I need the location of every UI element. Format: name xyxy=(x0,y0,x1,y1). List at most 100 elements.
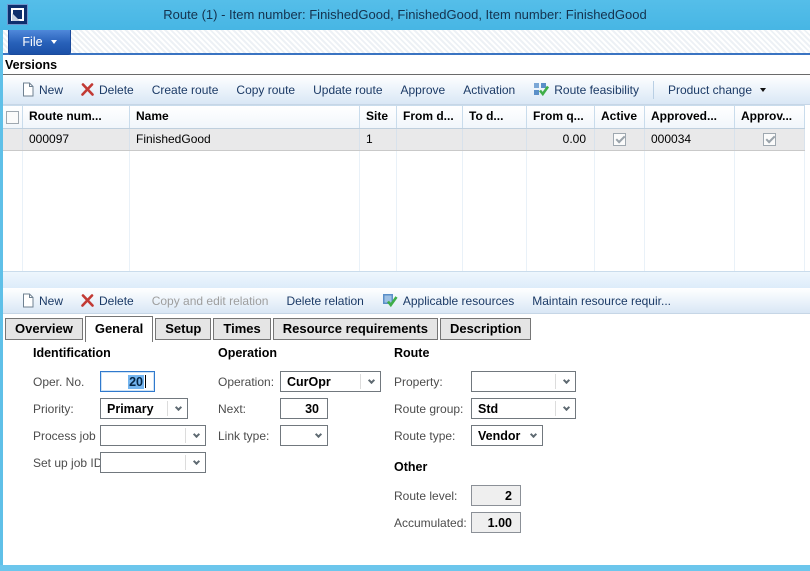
checkbox-icon xyxy=(6,111,19,124)
next-label: Next: xyxy=(218,402,280,416)
column-header-from-qty[interactable]: From q... xyxy=(527,106,595,128)
oper-no-value: 20 xyxy=(128,375,144,389)
delete-relation-row-label: Delete xyxy=(99,294,134,308)
chevron-down-icon xyxy=(368,377,375,384)
product-change-label: Product change xyxy=(668,83,752,97)
new-button[interactable]: New xyxy=(13,75,72,104)
route-type-value: Vendor xyxy=(478,429,520,443)
update-route-label: Update route xyxy=(313,83,382,97)
priority-value: Primary xyxy=(107,402,154,416)
chevron-down-icon xyxy=(51,40,57,44)
property-label: Property: xyxy=(394,375,471,389)
create-route-button[interactable]: Create route xyxy=(143,75,228,104)
oper-no-input[interactable]: 20 xyxy=(100,371,155,392)
pane-splitter[interactable] xyxy=(3,271,810,288)
next-input[interactable]: 30 xyxy=(280,398,328,419)
product-change-menu-button[interactable]: Product change xyxy=(659,75,775,104)
link-type-select[interactable] xyxy=(280,425,328,446)
row-from-qty: 0.00 xyxy=(527,129,595,150)
identification-group: Identification Oper. No. 20 Priority: Pr… xyxy=(33,346,206,479)
window-left-border xyxy=(0,30,3,571)
tab-resource-requirements[interactable]: Resource requirements xyxy=(273,318,438,340)
new-relation-button[interactable]: New xyxy=(13,288,72,313)
priority-select[interactable]: Primary xyxy=(100,398,188,419)
approve-button[interactable]: Approve xyxy=(392,75,455,104)
approve-label: Approve xyxy=(401,83,446,97)
route-feasibility-button[interactable]: Route feasibility xyxy=(524,75,648,104)
column-header-site[interactable]: Site xyxy=(360,106,397,128)
column-header-from-date[interactable]: From d... xyxy=(397,106,463,128)
route-group-select[interactable]: Std xyxy=(471,398,576,419)
route-type-label: Route type: xyxy=(394,429,471,443)
route-feasibility-check-icon xyxy=(533,82,549,97)
menu-bar: File xyxy=(3,30,810,55)
setup-job-id-select[interactable] xyxy=(100,452,206,473)
row-name: FinishedGood xyxy=(130,129,360,150)
new-page-icon xyxy=(22,293,34,308)
operation-select[interactable]: CurOpr xyxy=(280,371,381,392)
delete-x-icon xyxy=(81,294,94,307)
new-page-icon xyxy=(22,82,34,97)
column-header-approved[interactable]: Approv... xyxy=(735,106,805,128)
route-level-field: 2 xyxy=(471,485,521,506)
table-row[interactable]: 000097 FinishedGood 1 0.00 000034 xyxy=(3,129,805,151)
column-header-to-date[interactable]: To d... xyxy=(463,106,527,128)
link-type-label: Link type: xyxy=(218,429,280,443)
operation-header: Operation xyxy=(218,346,381,362)
row-to-date xyxy=(463,129,527,150)
row-active-checkbox[interactable] xyxy=(595,129,645,150)
column-header-active[interactable]: Active xyxy=(595,106,645,128)
next-value: 30 xyxy=(305,402,319,416)
oper-no-label: Oper. No. xyxy=(33,375,100,389)
column-header-route-number[interactable]: Route num... xyxy=(23,106,130,128)
activation-button[interactable]: Activation xyxy=(454,75,524,104)
select-all-checkbox[interactable] xyxy=(3,106,23,128)
column-header-name[interactable]: Name xyxy=(130,106,360,128)
checked-checkbox-icon xyxy=(613,133,626,146)
property-select[interactable] xyxy=(471,371,576,392)
column-header-approved-by[interactable]: Approved... xyxy=(645,106,735,128)
delete-relation-button[interactable]: Delete relation xyxy=(277,288,372,313)
row-approved-checkbox[interactable] xyxy=(735,129,805,150)
tab-general[interactable]: General xyxy=(85,316,153,342)
applicable-resources-check-icon xyxy=(382,293,398,308)
tab-description[interactable]: Description xyxy=(440,318,532,340)
grid-empty-area[interactable] xyxy=(3,151,805,271)
row-from-date xyxy=(397,129,463,150)
chevron-down-icon xyxy=(563,377,570,384)
delete-button-label: Delete xyxy=(99,83,134,97)
operation-value: CurOpr xyxy=(287,375,331,389)
accumulated-label: Accumulated: xyxy=(394,516,471,530)
versions-toolbar: New Delete Create route Copy route Updat… xyxy=(3,75,810,105)
applicable-resources-button[interactable]: Applicable resources xyxy=(373,288,523,313)
row-approved-by: 000034 xyxy=(645,129,735,150)
row-selector-cell[interactable] xyxy=(3,129,23,150)
priority-label: Priority: xyxy=(33,402,100,416)
accumulated-value: 1.00 xyxy=(488,516,512,530)
route-level-value: 2 xyxy=(505,489,512,503)
tab-times[interactable]: Times xyxy=(213,318,270,340)
route-group-value: Std xyxy=(478,402,498,416)
new-relation-label: New xyxy=(39,294,63,308)
tab-overview[interactable]: Overview xyxy=(5,318,83,340)
chevron-down-icon xyxy=(193,431,200,438)
chevron-down-icon xyxy=(563,404,570,411)
row-site: 1 xyxy=(360,129,397,150)
copy-route-button[interactable]: Copy route xyxy=(227,75,304,104)
identification-header: Identification xyxy=(33,346,206,362)
delete-relation-row-button[interactable]: Delete xyxy=(72,288,143,313)
versions-grid: Route num... Name Site From d... To d...… xyxy=(3,105,805,271)
activation-label: Activation xyxy=(463,83,515,97)
update-route-button[interactable]: Update route xyxy=(304,75,391,104)
process-job-id-select[interactable] xyxy=(100,425,206,446)
file-menu-button[interactable]: File xyxy=(8,30,71,55)
chevron-down-icon xyxy=(193,458,200,465)
operation-group: Operation Operation: CurOpr Next: 30 Lin… xyxy=(218,346,381,452)
route-type-select[interactable]: Vendor xyxy=(471,425,543,446)
maintain-resource-requirements-button[interactable]: Maintain resource requir... xyxy=(523,288,680,313)
new-button-label: New xyxy=(39,83,63,97)
checked-checkbox-icon xyxy=(763,133,776,146)
delete-button[interactable]: Delete xyxy=(72,75,143,104)
chevron-down-icon xyxy=(175,404,182,411)
tab-setup[interactable]: Setup xyxy=(155,318,211,340)
